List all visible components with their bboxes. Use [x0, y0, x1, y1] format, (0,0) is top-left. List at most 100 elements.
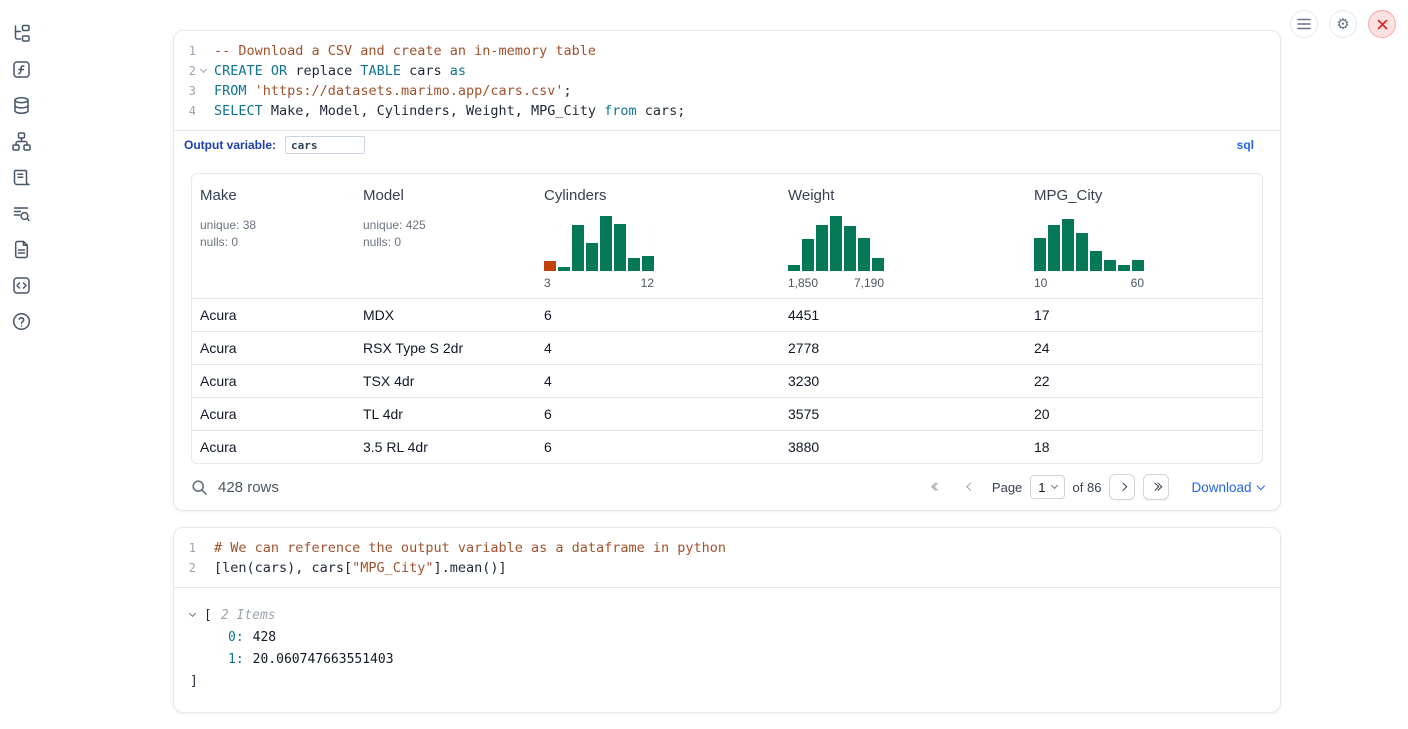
search-icon[interactable] [191, 479, 208, 496]
help-button[interactable] [10, 310, 32, 332]
shutdown-button[interactable] [1368, 10, 1396, 38]
table-cell: Acura [192, 373, 355, 389]
code-line: 3FROM 'https://datasets.marimo.app/cars.… [174, 81, 1280, 101]
code-line: 2[len(cars), cars["MPG_City"].mean()] [174, 558, 1280, 578]
column-header[interactable]: MPG_City1060 [1026, 174, 1262, 298]
histogram-bar [628, 258, 640, 271]
histogram-min-label: 3 [544, 276, 551, 290]
table-row[interactable]: Acura3.5 RL 4dr6388018 [192, 430, 1262, 463]
table-cell: Acura [192, 340, 355, 356]
column-stats: unique: 425nulls: 0 [363, 217, 528, 251]
histogram-bar [1062, 219, 1074, 271]
column-name: Cylinders [544, 187, 772, 204]
chevron-down-icon [1050, 482, 1057, 489]
histogram-bar [1132, 260, 1144, 271]
unique-count: unique: 38 [200, 217, 347, 234]
output-variable-label: Output variable: [184, 138, 276, 152]
variables-button[interactable] [10, 58, 32, 80]
table-cell: 4451 [780, 307, 1026, 323]
histogram-bar [558, 267, 570, 271]
histogram-bar [858, 238, 870, 271]
code-token: # We can reference the output variable a… [214, 540, 726, 556]
file-explorer-button[interactable] [10, 22, 32, 44]
table-cell: Acura [192, 406, 355, 422]
null-count: nulls: 0 [363, 234, 528, 251]
table-cell: 4 [536, 340, 780, 356]
null-count: nulls: 0 [200, 234, 347, 251]
histogram-max-label: 60 [1131, 276, 1144, 290]
code-token: TABLE [360, 63, 401, 79]
column-stats: unique: 38nulls: 0 [200, 217, 347, 251]
open-bracket: [ [204, 608, 212, 623]
line-number: 2 [174, 558, 196, 578]
code-token: ].mean()] [433, 560, 506, 576]
logs-button[interactable] [10, 202, 32, 224]
code-token: SELECT [214, 103, 263, 119]
column-header[interactable]: Weight 1,8507,190 [780, 174, 1026, 298]
column-name: Weight [788, 187, 1018, 204]
histogram-bar [872, 258, 884, 271]
line-number: 2 [174, 61, 196, 81]
histogram-bar [544, 261, 556, 271]
output-variable-bar: Output variable: sql [174, 131, 1280, 159]
code-token: from [604, 103, 637, 119]
menu-button[interactable] [1290, 10, 1318, 38]
sql-code-editor[interactable]: 1-- Download a CSV and create an in-memo… [174, 31, 1280, 131]
histogram-bar [642, 256, 654, 271]
output-variable-input[interactable] [285, 136, 365, 154]
column-name: MPG_City [1034, 187, 1254, 204]
settings-button[interactable]: ⚙ [1329, 10, 1357, 38]
fold-chevron-icon[interactable] [199, 66, 206, 73]
dependency-graph-button[interactable] [10, 130, 32, 152]
function-icon [12, 60, 31, 79]
help-circle-icon [12, 312, 31, 331]
histogram-bar [600, 216, 612, 271]
table-row[interactable]: AcuraTSX 4dr4323022 [192, 364, 1262, 397]
menu-icon [1297, 18, 1311, 30]
code-token: cars [401, 63, 450, 79]
histogram-bar [572, 225, 584, 271]
helper-sidebar [10, 22, 32, 332]
histogram-bar [830, 216, 842, 271]
python-code-editor[interactable]: 1# We can reference the output variable … [174, 528, 1280, 588]
histogram-axis-labels: 312 [544, 276, 654, 290]
table-cell: 3575 [780, 406, 1026, 422]
table-cell: MDX [355, 307, 536, 323]
table-cell: 6 [536, 307, 780, 323]
last-page-button[interactable] [1143, 474, 1169, 500]
table-cell: TL 4dr [355, 406, 536, 422]
collapse-chevron-icon[interactable] [190, 614, 204, 616]
histogram-bar [1048, 225, 1060, 271]
table-cell: 22 [1026, 373, 1262, 389]
scratchpad-button[interactable] [10, 166, 32, 188]
documentation-button[interactable] [10, 238, 32, 260]
page-select-value: 1 [1038, 480, 1045, 495]
code-token: CREATE [214, 63, 263, 79]
python-cell: 1# We can reference the output variable … [173, 527, 1281, 713]
table-row[interactable]: AcuraTL 4dr6357520 [192, 397, 1262, 430]
column-header[interactable]: Modelunique: 425nulls: 0 [355, 174, 536, 298]
table-row[interactable]: AcuraMDX6445117 [192, 298, 1262, 331]
snippets-button[interactable] [10, 274, 32, 296]
first-page-button[interactable] [924, 474, 950, 500]
column-histogram [788, 216, 1018, 271]
code-token: OR [271, 63, 287, 79]
python-output: [ 2 Items 0:4281:20.060747663551403 ] [174, 588, 1280, 712]
histogram-bar [1034, 238, 1046, 271]
histogram-axis-labels: 1,8507,190 [788, 276, 884, 290]
output-list-close: ] [190, 670, 1264, 692]
code-token [247, 83, 255, 99]
column-header[interactable]: Cylinders 312 [536, 174, 780, 298]
table-row[interactable]: AcuraRSX Type S 2dr4277824 [192, 331, 1262, 364]
histogram-bar [1104, 260, 1116, 271]
table-cell: 18 [1026, 439, 1262, 455]
data-table: Makeunique: 38nulls: 0Modelunique: 425nu… [191, 173, 1263, 464]
histogram-bar [788, 265, 800, 271]
next-page-button[interactable] [1109, 474, 1135, 500]
column-header[interactable]: Makeunique: 38nulls: 0 [192, 174, 355, 298]
datasources-button[interactable] [10, 94, 32, 116]
row-count: 428 rows [218, 479, 279, 496]
download-button[interactable]: Download [1191, 480, 1263, 495]
page-select[interactable]: 1 [1030, 475, 1064, 499]
prev-page-button[interactable] [958, 474, 984, 500]
